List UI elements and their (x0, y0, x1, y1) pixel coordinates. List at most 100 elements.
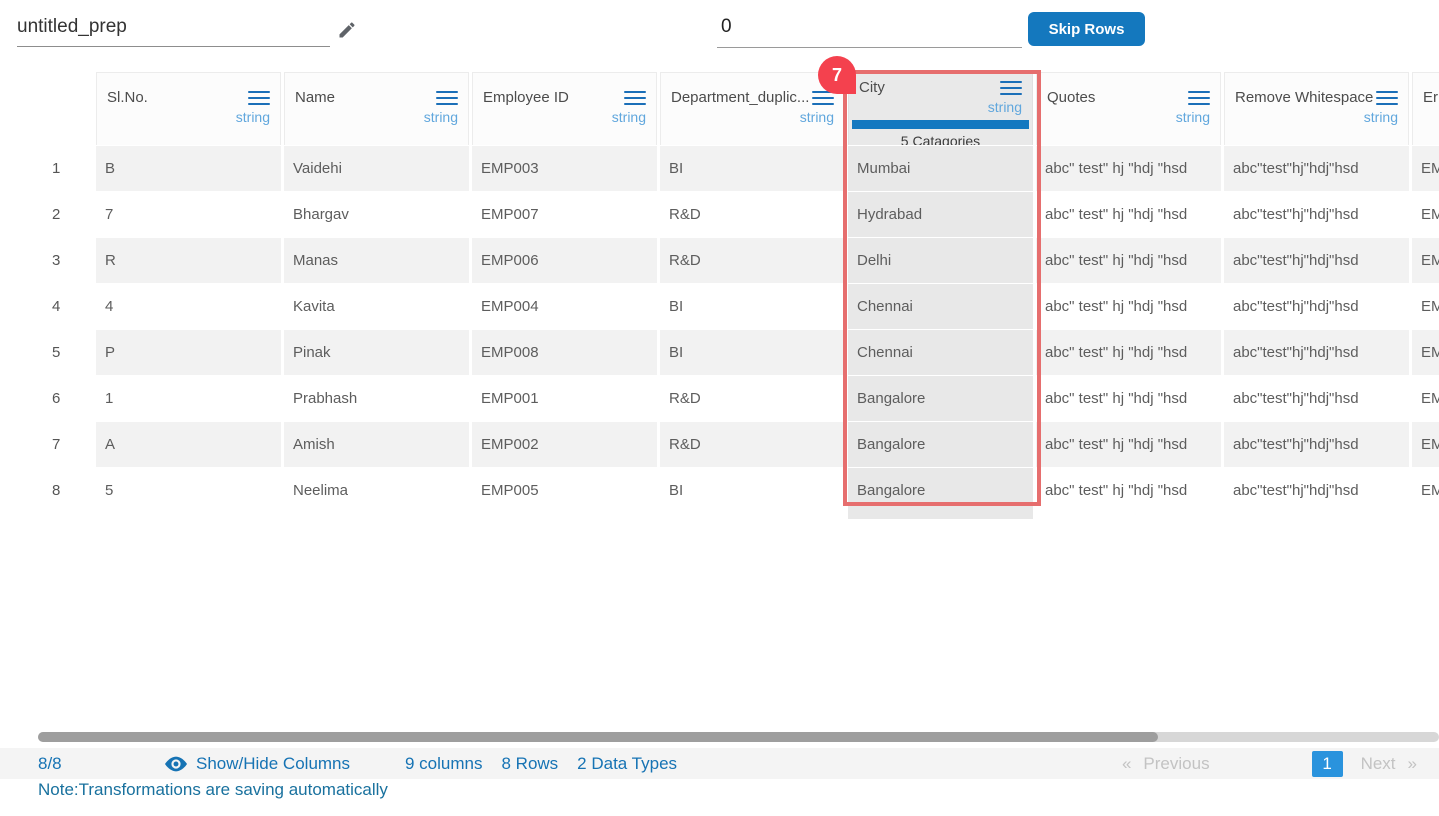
table-cell[interactable]: EMP006 (472, 238, 657, 283)
table-cell[interactable]: EM (1412, 468, 1439, 513)
table-cell[interactable]: abc" test" hj "hdj "hsd (1036, 468, 1221, 513)
table-cell[interactable]: R (96, 238, 281, 283)
table-cell[interactable]: Prabhash (284, 376, 469, 421)
column-type-label: string (671, 109, 834, 125)
column-type-label: string (1423, 109, 1439, 125)
table-cell[interactable]: abc"test"hj"hdj"hsd (1224, 468, 1409, 513)
table-cell[interactable]: Kavita (284, 284, 469, 329)
table-cell[interactable]: R&D (660, 238, 845, 283)
table-cell[interactable]: A (96, 422, 281, 467)
column-header-3[interactable]: Employee IDstring (472, 72, 657, 145)
table-cell[interactable]: 7 (96, 192, 281, 237)
column-header-8[interactable]: Erstring (1412, 72, 1439, 145)
column-label: Quotes (1047, 89, 1095, 106)
table-cell[interactable]: Hydrabad (848, 192, 1033, 237)
highlight-count-badge: 7 (818, 56, 856, 94)
table-cell[interactable]: abc"test"hj"hdj"hsd (1224, 284, 1409, 329)
table-cell[interactable]: abc" test" hj "hdj "hsd (1036, 284, 1221, 329)
table-cell[interactable]: P (96, 330, 281, 375)
previous-button[interactable]: Previous (1143, 748, 1209, 779)
column-type-label: string (483, 109, 646, 125)
table-cell[interactable]: abc"test"hj"hdj"hsd (1224, 376, 1409, 421)
table-cell[interactable]: EM (1412, 192, 1439, 237)
table-cell[interactable]: Manas (284, 238, 469, 283)
next-arrow[interactable]: » (1408, 748, 1417, 779)
table-cell[interactable]: EM (1412, 376, 1439, 421)
table-cell[interactable]: EMP008 (472, 330, 657, 375)
table-cell[interactable]: abc"test"hj"hdj"hsd (1224, 192, 1409, 237)
visible-rows-ratio: 8/8 (38, 748, 62, 779)
table-cell[interactable]: abc" test" hj "hdj "hsd (1036, 146, 1221, 191)
table-cell[interactable]: R&D (660, 376, 845, 421)
table-cell[interactable]: abc"test"hj"hdj"hsd (1224, 146, 1409, 191)
table-cell[interactable]: Chennai (848, 330, 1033, 375)
column-menu-icon[interactable] (1376, 91, 1398, 105)
table-cell[interactable]: Vaidehi (284, 146, 469, 191)
table-cell[interactable]: abc" test" hj "hdj "hsd (1036, 422, 1221, 467)
table-cell[interactable]: EMP005 (472, 468, 657, 513)
edit-name-icon[interactable] (337, 20, 357, 40)
column-menu-icon[interactable] (248, 91, 270, 105)
table-footer: 8/8 Show/Hide Columns 9 columns 8 Rows 2… (0, 748, 1439, 779)
column-menu-icon[interactable] (1188, 91, 1210, 105)
column-header-4[interactable]: Department_duplic...string (660, 72, 845, 145)
show-hide-columns-label: Show/Hide Columns (196, 748, 350, 779)
table-cell[interactable]: Bangalore (848, 376, 1033, 421)
row-number: 7 (38, 422, 93, 467)
table-cell[interactable]: Pinak (284, 330, 469, 375)
table-cell[interactable]: abc" test" hj "hdj "hsd (1036, 238, 1221, 283)
table-cell[interactable]: Neelima (284, 468, 469, 513)
table-cell[interactable]: EM (1412, 238, 1439, 283)
column-menu-icon[interactable] (1000, 81, 1022, 95)
table-cell[interactable]: EM (1412, 146, 1439, 191)
column-header-top: City (852, 79, 1029, 96)
table-cell[interactable]: BI (660, 284, 845, 329)
table-cell[interactable]: Bhargav (284, 192, 469, 237)
table-cell[interactable]: abc" test" hj "hdj "hsd (1036, 192, 1221, 237)
table-cell[interactable]: abc" test" hj "hdj "hsd (1036, 330, 1221, 375)
table-cell[interactable]: Chennai (848, 284, 1033, 329)
table-cell[interactable]: 4 (96, 284, 281, 329)
table-cell[interactable]: 1 (96, 376, 281, 421)
table-cell[interactable]: BI (660, 468, 845, 513)
table-cell[interactable]: EMP003 (472, 146, 657, 191)
horizontal-scrollbar-thumb[interactable] (38, 732, 1158, 742)
table-cell[interactable]: Amish (284, 422, 469, 467)
column-header-6[interactable]: Quotesstring (1036, 72, 1221, 145)
table-cell[interactable]: abc"test"hj"hdj"hsd (1224, 238, 1409, 283)
table-cell[interactable]: EM (1412, 330, 1439, 375)
skip-rows-button[interactable]: Skip Rows (1028, 12, 1145, 46)
table-cell[interactable]: EMP001 (472, 376, 657, 421)
table-cell[interactable]: EMP002 (472, 422, 657, 467)
table-cell[interactable]: EM (1412, 284, 1439, 329)
table-cell[interactable]: EMP004 (472, 284, 657, 329)
column-header-5[interactable]: Citystring5 Catagories (848, 72, 1033, 145)
table-cell[interactable]: R&D (660, 422, 845, 467)
horizontal-scrollbar-track[interactable] (38, 732, 1439, 742)
prep-name-input[interactable]: untitled_prep (17, 10, 330, 47)
table-cell[interactable]: Bangalore (848, 422, 1033, 467)
table-cell[interactable]: 5 (96, 468, 281, 513)
table-cell[interactable]: EMP007 (472, 192, 657, 237)
table-cell[interactable]: abc" test" hj "hdj "hsd (1036, 376, 1221, 421)
column-header-2[interactable]: Namestring (284, 72, 469, 145)
show-hide-columns-button[interactable]: Show/Hide Columns (165, 748, 350, 779)
column-menu-icon[interactable] (436, 91, 458, 105)
table-cell[interactable]: abc"test"hj"hdj"hsd (1224, 330, 1409, 375)
table-cell[interactable]: B (96, 146, 281, 191)
column-menu-icon[interactable] (624, 91, 646, 105)
table-cell[interactable]: BI (660, 330, 845, 375)
table-cell[interactable]: Delhi (848, 238, 1033, 283)
data-types-count: 2 Data Types (577, 748, 677, 779)
table-cell[interactable]: BI (660, 146, 845, 191)
next-button[interactable]: Next (1361, 748, 1396, 779)
page-1-button[interactable]: 1 (1312, 751, 1343, 777)
table-cell[interactable]: abc"test"hj"hdj"hsd (1224, 422, 1409, 467)
table-cell[interactable]: R&D (660, 192, 845, 237)
column-header-1[interactable]: Sl.No.string (96, 72, 281, 145)
column-header-7[interactable]: Remove Whitespacestring (1224, 72, 1409, 145)
previous-arrow[interactable]: « (1122, 748, 1131, 779)
skip-rows-input[interactable]: 0 (717, 9, 1022, 48)
table-cell[interactable]: EM (1412, 422, 1439, 467)
table-cell[interactable]: Mumbai (848, 146, 1033, 191)
